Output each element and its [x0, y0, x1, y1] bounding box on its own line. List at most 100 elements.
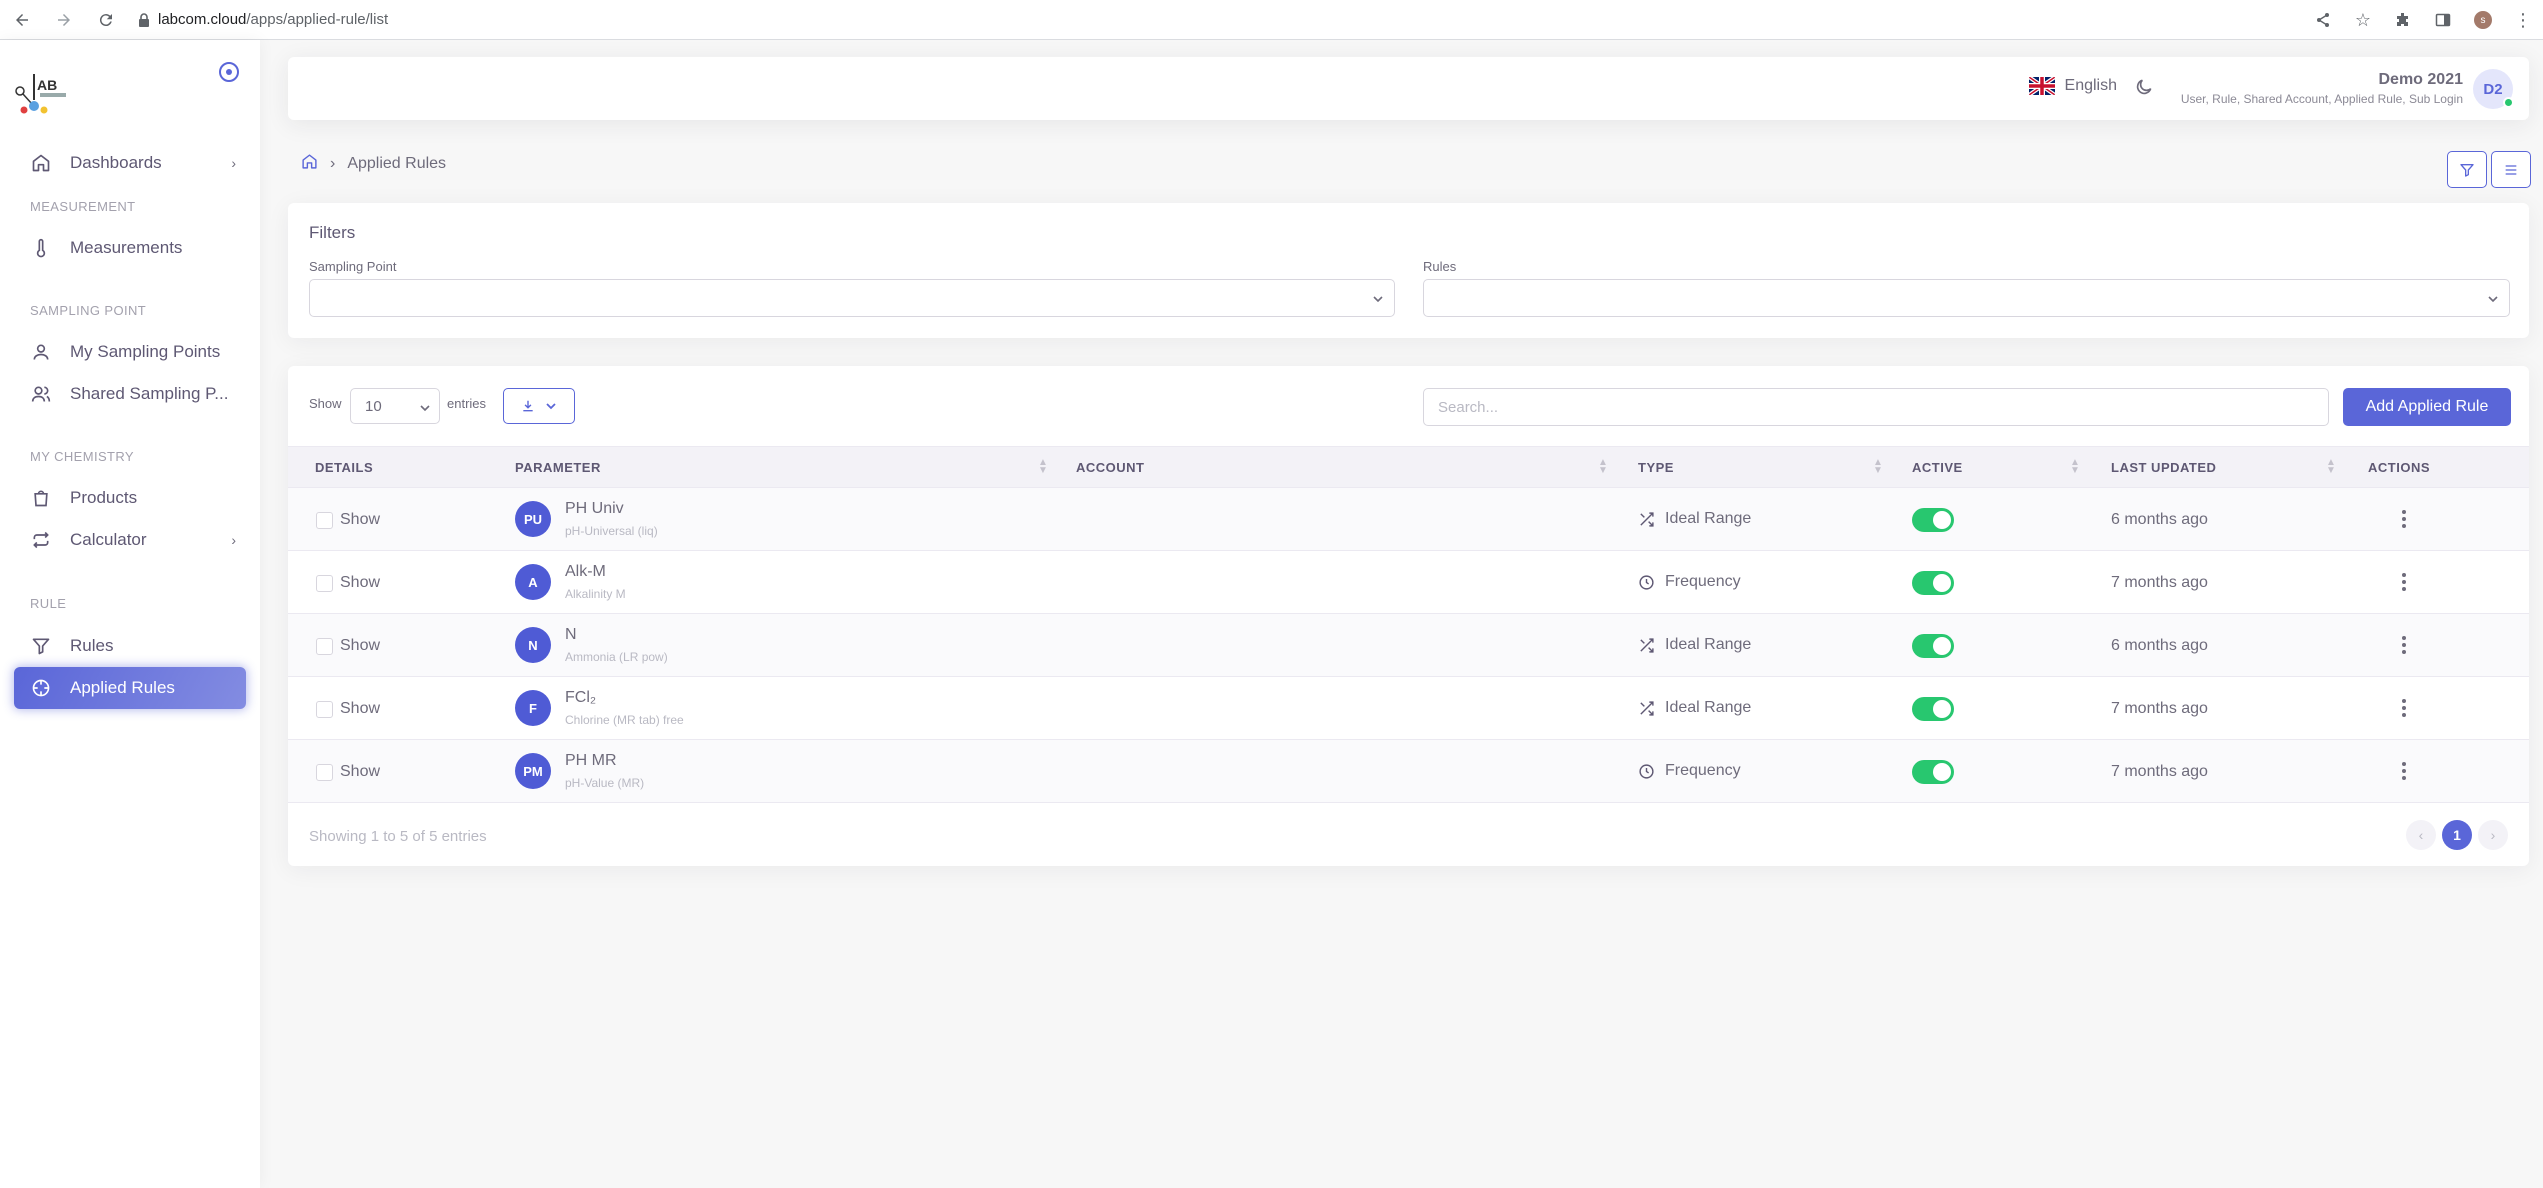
table-row: Show F FCl₂ Chlorine (MR tab) free Ideal…: [288, 677, 2529, 740]
rules-select[interactable]: [1423, 279, 2510, 317]
entries-label: entries: [447, 396, 487, 411]
sampling-point-select[interactable]: [309, 279, 1395, 317]
table-info: Showing 1 to 5 of 5 entries: [309, 828, 487, 845]
url-host: labcom.cloud: [158, 11, 247, 28]
column-account[interactable]: ACCOUNT: [1076, 460, 1145, 475]
details-checkbox[interactable]: [316, 764, 333, 781]
parameter-avatar: N: [515, 627, 551, 663]
sidebar-item-measurements[interactable]: Measurements: [14, 227, 246, 269]
more-vertical-icon[interactable]: [2394, 632, 2414, 658]
sort-icon[interactable]: ▲ ▼: [2070, 458, 2080, 476]
clock-icon: [1639, 574, 1654, 590]
side-panel-icon[interactable]: [2429, 6, 2457, 34]
active-toggle[interactable]: [1912, 571, 1954, 595]
share-icon[interactable]: [2309, 6, 2337, 34]
sort-icon[interactable]: ▲ ▼: [2326, 458, 2336, 476]
profile-avatar[interactable]: s: [2469, 6, 2497, 34]
column-actions: ACTIONS: [2368, 460, 2430, 475]
reload-icon[interactable]: [92, 6, 120, 34]
back-icon[interactable]: [8, 6, 36, 34]
browser-menu-icon[interactable]: ⋮: [2509, 6, 2537, 34]
language-dropdown[interactable]: English: [2028, 77, 2117, 95]
more-vertical-icon[interactable]: [2394, 569, 2414, 595]
more-vertical-icon[interactable]: [2394, 506, 2414, 532]
column-parameter[interactable]: PARAMETER: [515, 460, 601, 475]
details-checkbox[interactable]: [316, 575, 333, 592]
section-rule: RULE: [30, 596, 67, 611]
extensions-icon[interactable]: [2389, 6, 2417, 34]
top-navbar: English Demo 2021 User, Rule, Shared Acc…: [288, 57, 2529, 120]
bookmark-star-icon[interactable]: ☆: [2349, 6, 2377, 34]
parameter-name: PH MR: [565, 752, 617, 769]
home-icon[interactable]: [301, 153, 318, 175]
table-row: Show PU PH Univ pH-Universal (liq) Ideal…: [288, 488, 2529, 551]
sidebar-item-my-sampling-points[interactable]: My Sampling Points: [14, 331, 246, 373]
last-updated: 7 months ago: [2111, 700, 2208, 717]
last-updated: 6 months ago: [2111, 637, 2208, 654]
home-icon: [30, 153, 52, 173]
sort-icon[interactable]: ▲ ▼: [1598, 458, 1608, 476]
column-last-updated[interactable]: LAST UPDATED: [2111, 460, 2216, 475]
download-icon: [523, 400, 533, 412]
rule-type: Frequency: [1638, 762, 1741, 780]
page-length-select[interactable]: 10: [350, 388, 440, 424]
active-toggle[interactable]: [1912, 634, 1954, 658]
page-button-current[interactable]: 1: [2442, 820, 2472, 850]
lock-icon: [139, 12, 149, 27]
sidebar-item-shared-sampling-points[interactable]: Shared Sampling P...: [14, 373, 246, 415]
labcom-logo: AB: [12, 66, 70, 116]
sidebar-collapse-toggle[interactable]: [219, 62, 239, 82]
url-path: /apps/applied-rule/list: [246, 11, 389, 28]
dark-mode-moon-icon[interactable]: [2134, 77, 2154, 102]
sidebar-item-applied-rules[interactable]: Applied Rules: [14, 667, 246, 709]
user-avatar[interactable]: D2: [2473, 69, 2514, 109]
last-updated: 6 months ago: [2111, 511, 2208, 528]
chevron-down-icon: [1372, 292, 1384, 310]
details-show-label: Show: [340, 574, 381, 591]
toggle-filters-button[interactable]: [2447, 151, 2487, 188]
rule-type: Ideal Range: [1638, 636, 1751, 654]
details-checkbox[interactable]: [316, 638, 333, 655]
last-updated: 7 months ago: [2111, 763, 2208, 780]
chevron-right-icon: ›: [231, 155, 236, 171]
sidebar-item-dashboards[interactable]: Dashboards ›: [14, 142, 246, 184]
section-measurement: MEASUREMENT: [30, 199, 136, 214]
applied-rules-table-card: Show 10 entries Add Applied Rule DETAILS…: [288, 366, 2529, 866]
active-toggle[interactable]: [1912, 508, 1954, 532]
user-info[interactable]: Demo 2021 User, Rule, Shared Account, Ap…: [2181, 71, 2463, 106]
active-toggle[interactable]: [1912, 697, 1954, 721]
forward-icon[interactable]: [50, 6, 78, 34]
active-toggle[interactable]: [1912, 760, 1954, 784]
details-checkbox[interactable]: [316, 512, 333, 529]
add-applied-rule-button[interactable]: Add Applied Rule: [2343, 388, 2511, 426]
table-row: Show A Alk-M Alkalinity M Frequency 7 mo…: [288, 551, 2529, 614]
more-vertical-icon[interactable]: [2394, 695, 2414, 721]
user-icon: [30, 342, 52, 362]
column-active[interactable]: ACTIVE: [1912, 460, 1963, 475]
parameter-name: PH Univ: [565, 500, 624, 517]
filters-card: Filters Sampling Point Rules: [288, 203, 2529, 338]
parameter-avatar: F: [515, 690, 551, 726]
next-page-button[interactable]: ›: [2478, 820, 2508, 850]
address-bar[interactable]: labcom.cloud/apps/applied-rule/list: [138, 11, 388, 28]
details-show-label: Show: [340, 511, 381, 528]
prev-page-button[interactable]: ‹: [2406, 820, 2436, 850]
search-input[interactable]: [1423, 388, 2329, 426]
more-vertical-icon[interactable]: [2394, 758, 2414, 784]
parameter-description: Ammonia (LR pow): [565, 650, 668, 664]
column-details[interactable]: DETAILS: [315, 460, 373, 475]
export-button[interactable]: [503, 388, 575, 424]
menu-button[interactable]: [2491, 151, 2531, 188]
show-label: Show: [309, 396, 342, 411]
rules-label: Rules: [1423, 259, 1457, 274]
sidebar-item-products[interactable]: Products: [14, 477, 246, 519]
sidebar-item-rules[interactable]: Rules: [14, 625, 246, 667]
column-type[interactable]: TYPE: [1638, 460, 1674, 475]
details-checkbox[interactable]: [316, 701, 333, 718]
parameter-avatar: PM: [515, 753, 551, 789]
sort-icon[interactable]: ▲ ▼: [1038, 458, 1048, 476]
sidebar-item-calculator[interactable]: Calculator ›: [14, 519, 246, 561]
sort-icon[interactable]: ▲ ▼: [1873, 458, 1883, 476]
section-my-chemistry: MY CHEMISTRY: [30, 449, 135, 464]
rule-type: Frequency: [1638, 573, 1741, 591]
